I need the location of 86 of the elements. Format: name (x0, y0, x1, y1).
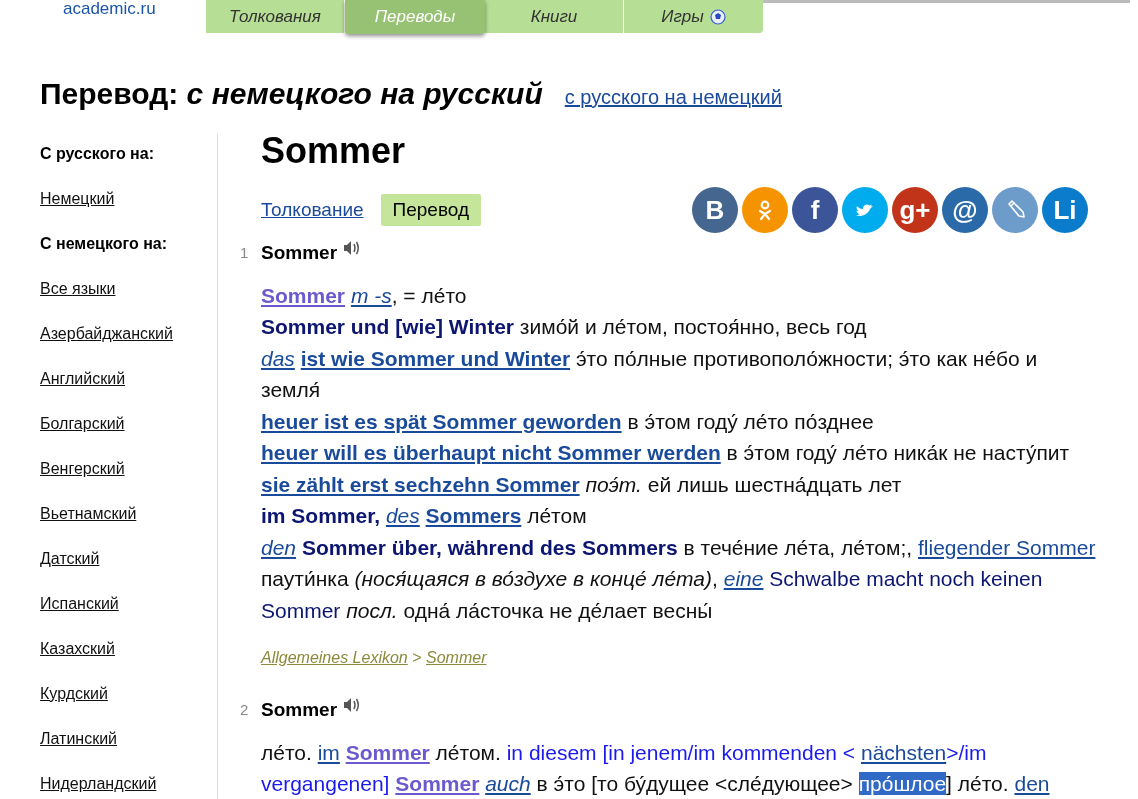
entry-number: 2 (240, 700, 250, 720)
direction-link[interactable]: с русского на немецкий (564, 82, 782, 112)
entry-text: в тече́ние ле́та, ле́том;, (683, 535, 913, 559)
nav-tab[interactable]: Книги (485, 0, 624, 33)
share-button[interactable]: В (692, 187, 738, 233)
breadcrumb-separator: > (412, 649, 422, 666)
term-link[interactable]: heuer ist es spät Sommer geworden (261, 409, 622, 433)
sidebar-link[interactable]: Немецкий (40, 188, 115, 210)
entry-text: ле́том. (435, 740, 501, 764)
sidebar-link[interactable]: Казахский (40, 638, 115, 660)
abbreviation-link[interactable]: des (385, 504, 420, 527)
sidebar-link[interactable]: Болгарский (40, 413, 125, 435)
entry-text: в э́то [то бу́дущее <сле́дующее> (536, 772, 853, 795)
share-button[interactable]: @ (942, 187, 988, 233)
entry-text: паути́нка (261, 567, 349, 590)
sidebar-link[interactable]: Венгерский (40, 458, 125, 480)
word-link[interactable]: im (317, 740, 340, 764)
abbreviation-link[interactable]: auch (485, 772, 531, 795)
page-heading: Перевод: с немецкого на русский (40, 76, 543, 112)
nav-tab[interactable]: Игры (624, 0, 763, 33)
abbreviation-link[interactable]: eine (723, 567, 764, 590)
source-link[interactable]: Allgemeines Lexikon (261, 649, 408, 666)
sidebar-heading: С русского на: (40, 144, 155, 164)
sidebar-link[interactable]: Латинский (40, 728, 118, 750)
entry-text: , (712, 567, 718, 590)
share-button[interactable]: Li (1042, 187, 1088, 233)
entry-text: ] ле́то. (946, 772, 1009, 795)
sidebar-link[interactable]: Азербайджанский (40, 323, 173, 345)
entry-text: ей лишь шестна́дцать лет (647, 472, 902, 496)
entry-text: зимо́й и ле́том, постоя́нно, весь год (519, 315, 867, 338)
word-link[interactable]: fliegender Sommer (917, 535, 1096, 559)
share-button[interactable] (742, 187, 788, 233)
sidebar-link[interactable]: Нидерландский (40, 773, 157, 795)
term-text: Sommer über, während des Sommers (301, 535, 678, 559)
view-tab[interactable]: Перевод (380, 193, 482, 227)
term-link[interactable]: ist wie Sommer und Winter (300, 346, 571, 370)
headword: Sommer (261, 698, 338, 722)
entry-text: в э́том году́ ле́то ника́к не насту́пит (726, 441, 1070, 464)
view-tab-link[interactable]: Толкование (261, 195, 364, 225)
term-text: Sommer und [wie] Winter (261, 315, 514, 338)
sidebar-link[interactable]: Датский (40, 548, 100, 570)
entry-text: земля́ (261, 378, 321, 401)
entry-text: в э́том году́ ле́то по́зднее (627, 409, 874, 433)
headword: Sommer (261, 241, 338, 265)
term-text: im Sommer, (261, 504, 381, 527)
entry-text: >/im (946, 740, 987, 764)
entry-text: (нося́щаяся в во́здухе в конце́ ле́та) (354, 567, 712, 590)
entry-text: одна́ ла́сточка не де́лает весны́ (403, 598, 713, 622)
abbreviation-link[interactable]: m -s (350, 283, 392, 307)
word-link[interactable]: den (1014, 772, 1050, 795)
term-link[interactable]: heuer will es überhaupt nicht Sommer werden (261, 441, 721, 464)
entry-text: поэ́т. (585, 472, 642, 496)
share-button[interactable] (842, 187, 888, 233)
sidebar-link[interactable]: Курдский (40, 683, 108, 705)
word-link[interactable]: nächsten (860, 740, 947, 764)
share-button[interactable] (992, 187, 1038, 233)
speaker-icon[interactable] (343, 240, 362, 257)
entry-text: ле́том (527, 504, 587, 527)
term-text: Schwalbe macht noch keinen (769, 567, 1043, 590)
sidebar-link[interactable]: Испанский (40, 593, 119, 615)
abbreviation-link[interactable]: den (261, 535, 297, 559)
entry-text: э́то по́лные противополо́жности; э́то как не́бо и (575, 346, 1038, 370)
word-link[interactable]: Sommer (395, 772, 480, 795)
entry-text: посл. (346, 598, 398, 622)
entry-text: in diesem [in jenem/im kommenden < (506, 740, 856, 764)
entry-number: 1 (240, 243, 250, 263)
share-button[interactable]: f (792, 187, 838, 233)
share-button[interactable]: g+ (892, 187, 938, 233)
term-text: Sommer (261, 598, 341, 622)
entry-text: ле́то. (261, 740, 312, 764)
sidebar-link[interactable]: Английский (40, 368, 126, 390)
sidebar-link[interactable]: Все языки (40, 278, 116, 300)
word-link[interactable]: Sommer (345, 740, 430, 764)
abbreviation-link[interactable]: das (261, 346, 295, 370)
sidebar-link[interactable]: Вьетнамский (40, 503, 137, 525)
nav-tab[interactable]: Толкования (206, 0, 345, 33)
site-logo[interactable]: academic.ru (63, 0, 156, 18)
speaker-icon[interactable] (343, 697, 362, 714)
word-title: Sommer (261, 129, 407, 173)
entry-text: vergangenen] (261, 772, 390, 795)
entry-text: , = ле́то (391, 283, 467, 307)
term-link[interactable]: Sommers (425, 504, 522, 527)
sidebar-heading: С немецкого на: (40, 234, 169, 254)
source-link[interactable]: Sommer (426, 649, 487, 666)
word-link[interactable]: Sommer (261, 283, 346, 307)
term-link[interactable]: sie zählt erst sechzehn Sommer (261, 472, 580, 496)
